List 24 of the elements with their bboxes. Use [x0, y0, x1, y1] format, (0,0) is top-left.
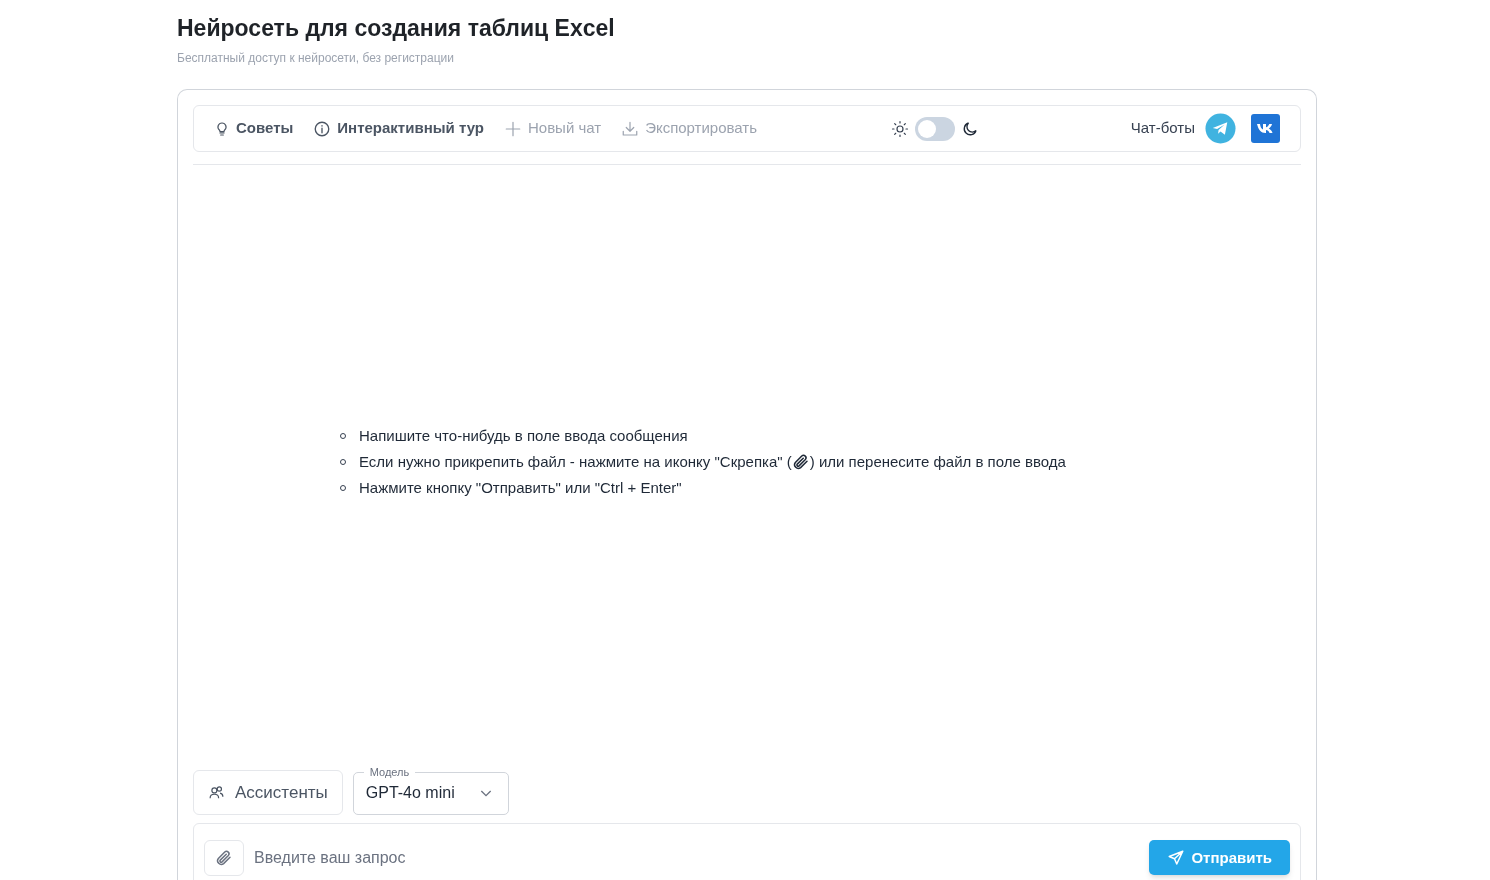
- page-subtitle: Бесплатный доступ к нейросети, без регистрации: [177, 50, 454, 67]
- toolbar-button[interactable]: Интерактивный тур: [313, 117, 484, 140]
- vk-icon[interactable]: [1251, 114, 1280, 143]
- telegram-icon[interactable]: [1205, 113, 1236, 144]
- hint-text: Нажмите кнопку "Отправить" или "Ctrl + Enter": [359, 478, 682, 499]
- hint-text: Напишите что-нибудь в поле ввода сообщения: [359, 426, 688, 447]
- toolbar-button[interactable]: Советы: [214, 117, 294, 140]
- chat-bots-label: Чат-боты: [1130, 118, 1195, 139]
- users-icon: [208, 783, 225, 801]
- assistants-button[interactable]: Ассистенты: [193, 769, 343, 815]
- info-icon: [313, 119, 332, 138]
- hint-text: ) или перенесите файл в поле ввода: [809, 452, 1066, 473]
- paperclip-icon: [791, 453, 810, 472]
- attach-button[interactable]: [204, 840, 244, 876]
- download-icon: [621, 119, 640, 138]
- page-title: Нейросеть для создания таблиц Excel: [177, 14, 615, 43]
- sun-icon: [891, 119, 910, 138]
- plus-icon: [503, 119, 522, 138]
- send-icon: [1167, 849, 1186, 867]
- hint-text: Если нужно прикрепить файл - нажмите на иконку "Скрепка" (: [359, 452, 792, 473]
- model-value: GPT-4o mini: [365, 783, 455, 804]
- theme-toggle[interactable]: [915, 116, 956, 141]
- lightbulb-icon: [214, 120, 230, 137]
- paperclip-icon: [215, 849, 233, 867]
